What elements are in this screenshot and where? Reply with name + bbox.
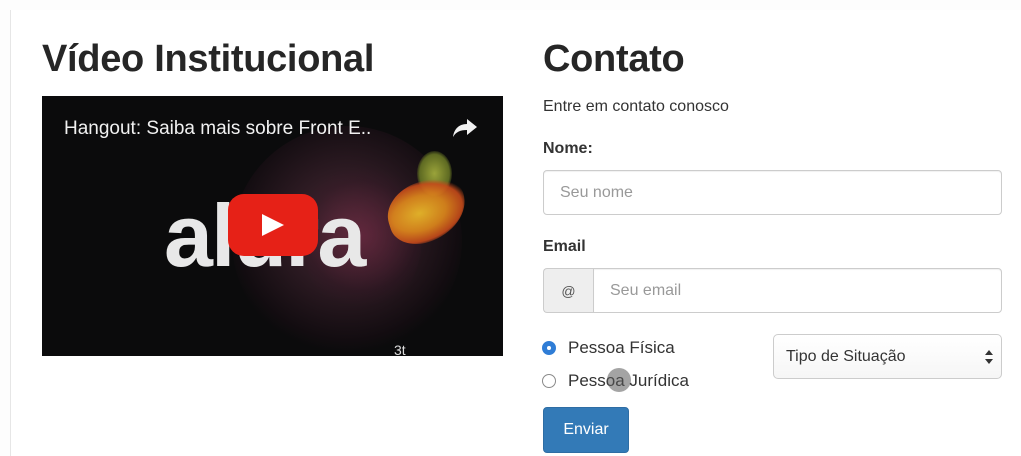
contact-section-title: Contato — [543, 38, 685, 80]
contact-lead-text: Entre em contato conosco — [543, 98, 729, 115]
mouse-cursor-indicator — [607, 368, 631, 392]
youtube-play-icon[interactable] — [228, 194, 318, 256]
select-value: Tipo de Situação — [786, 347, 906, 365]
email-label: Email — [543, 238, 586, 255]
email-input[interactable]: Seu email — [593, 268, 1002, 313]
video-player[interactable]: alura 3t Hangout: Saiba mais sobre Front… — [42, 96, 503, 356]
video-section-title: Vídeo Institucional — [42, 38, 375, 80]
radio-checked-icon[interactable] — [542, 341, 556, 355]
email-addon: @ — [543, 268, 593, 313]
video-corner-text: 3t — [394, 342, 406, 356]
select-arrows-icon — [985, 350, 993, 364]
video-title-link[interactable]: Hangout: Saiba mais sobre Front E.. — [64, 118, 371, 140]
name-input[interactable]: Seu nome — [543, 170, 1002, 215]
situation-select[interactable]: Tipo de Situação — [773, 334, 1002, 379]
name-label: Nome: — [543, 140, 593, 157]
email-input-group: @ Seu email — [543, 268, 1002, 313]
radio-pessoa-fisica[interactable]: Pessoa Física — [542, 338, 675, 358]
submit-button[interactable]: Enviar — [543, 407, 629, 453]
radio-label: Pessoa Física — [568, 338, 675, 357]
share-arrow-icon[interactable] — [452, 116, 478, 140]
radio-unchecked-icon[interactable] — [542, 374, 556, 388]
